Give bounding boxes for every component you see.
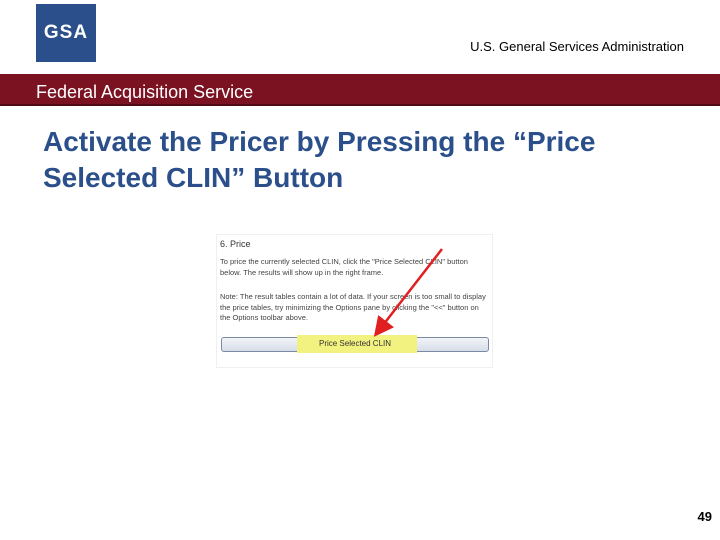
gsa-logo-text: GSA <box>43 22 89 43</box>
page-number: 49 <box>697 509 712 524</box>
agency-name: U.S. General Services Administration <box>470 39 684 54</box>
embedded-screenshot: 6. Price To price the currently selected… <box>216 234 493 368</box>
header-banner: Federal Acquisition Service <box>0 74 720 106</box>
slide-title: Activate the Pricer by Pressing the “Pri… <box>43 126 596 193</box>
red-pointer-arrow-icon <box>373 248 443 337</box>
banner-title: Federal Acquisition Service <box>36 82 254 102</box>
gsa-logo: GSA <box>36 4 96 62</box>
